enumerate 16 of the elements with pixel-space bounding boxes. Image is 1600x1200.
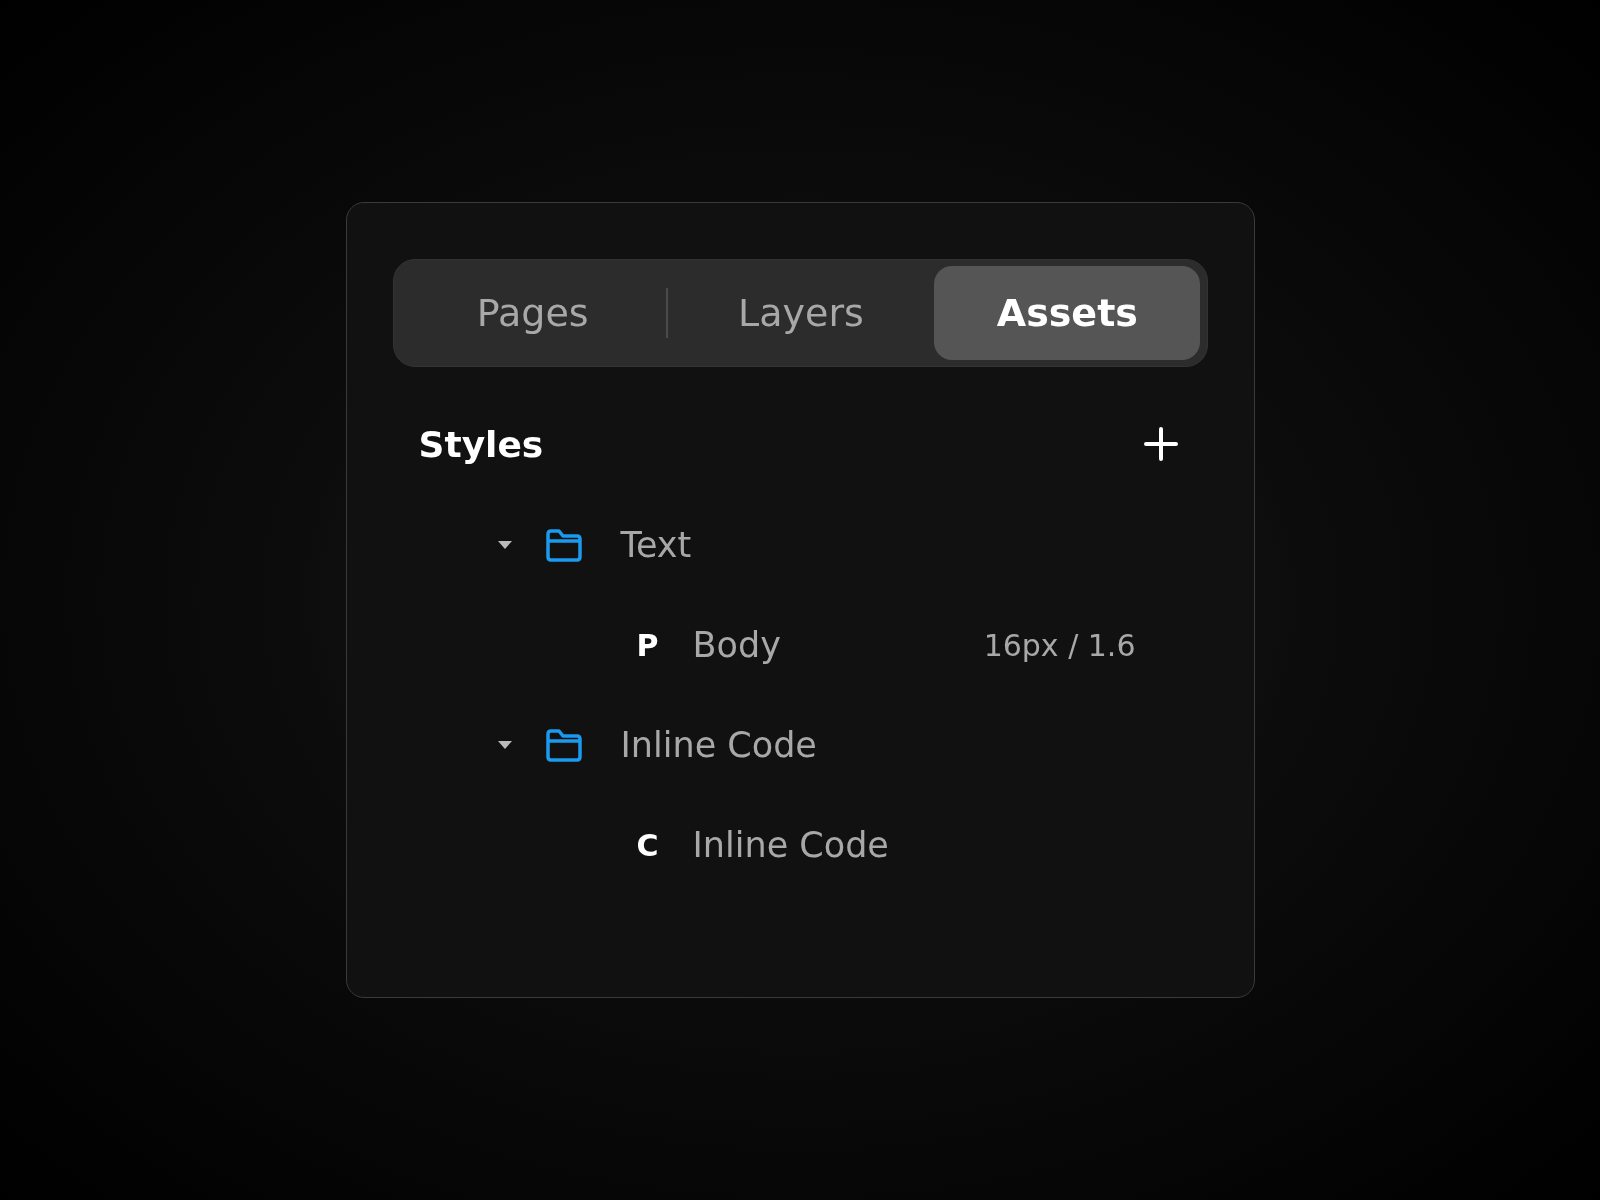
caret-icon[interactable] [496,740,513,750]
style-type-letter: C [636,827,660,863]
style-label[interactable]: Body [692,625,781,665]
plus-icon [1143,427,1178,461]
group-label[interactable]: Text [620,525,692,565]
style-detail: 16px / 1.6 [983,627,1136,663]
section-title: Styles [418,423,544,465]
tab[interactable]: Pages [399,266,666,360]
style-type-letter: P [636,627,660,663]
tab[interactable]: Assets [934,266,1201,360]
group-label[interactable]: Inline Code [620,725,817,765]
tab[interactable]: Layers [667,266,935,360]
folder-icon [544,528,583,562]
folder-icon [544,728,583,762]
caret-icon[interactable] [496,540,513,550]
style-label[interactable]: Inline Code [692,825,889,865]
